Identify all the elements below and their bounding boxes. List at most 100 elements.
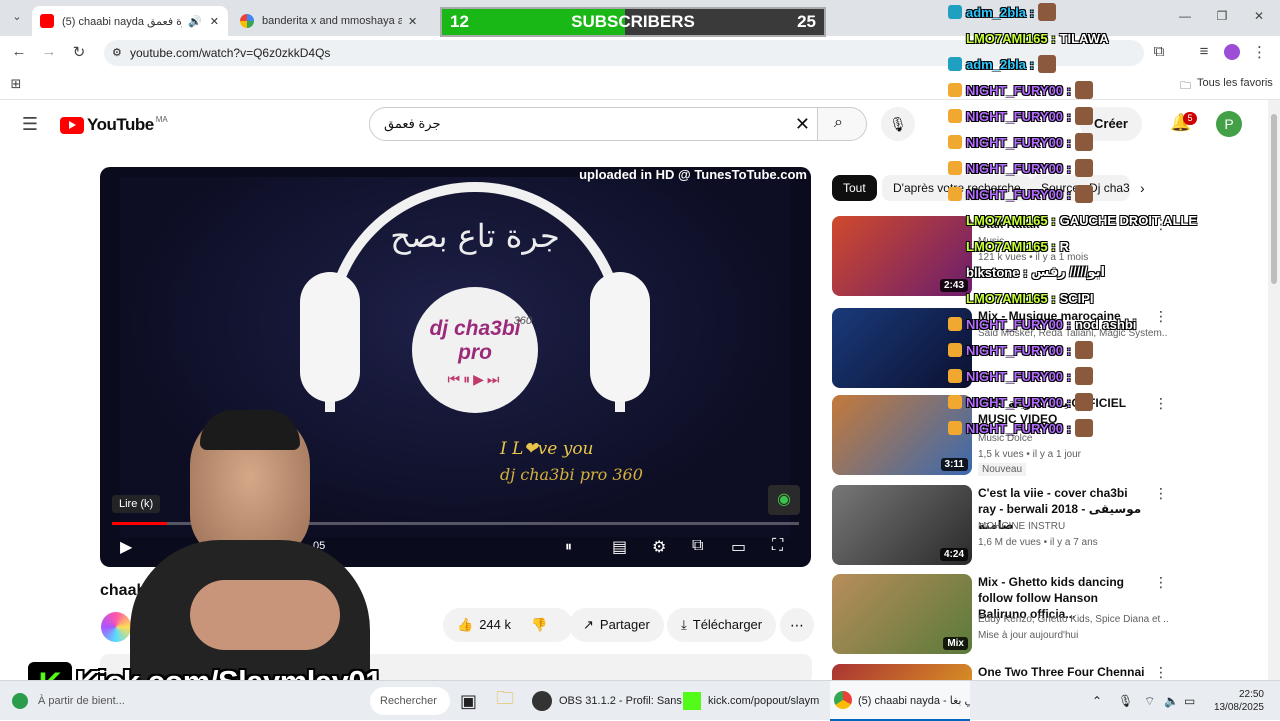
microphone-tray-icon[interactable]: 🎙: [1118, 681, 1133, 721]
theater-mode-icon[interactable]: ▭: [731, 537, 746, 557]
close-tab-icon[interactable]: ✕: [408, 15, 417, 28]
subscriber-goal-bar: 12 SUBSCRIBERS 25: [440, 7, 826, 37]
recommendation-title[interactable]: One Two Three Four Chennai: [978, 664, 1148, 680]
more-options-icon[interactable]: ⋮: [1154, 664, 1168, 680]
apps-grid-icon[interactable]: ⊞: [8, 76, 24, 92]
chat-text: GAUCHE DROIT ALLE: [1059, 212, 1198, 228]
recommendation-channel[interactable]: MOHCINE INSTRU: [978, 521, 1168, 532]
chat-message: LMO7AMI165 : TILAWA: [948, 26, 1109, 50]
chat-message: NIGHT_FURY00 : nod ashbi: [948, 312, 1136, 336]
chat-badge-icon: [948, 31, 962, 45]
more-options-icon[interactable]: ⋮: [1154, 485, 1168, 502]
recommendation-channel[interactable]: Eddy Kenzo, Ghetto Kids, Spice Diana et …: [978, 614, 1168, 625]
recommendation-item[interactable]: Mix Mix - Ghetto kids dancing follow fol…: [832, 574, 1172, 654]
youtube-wordmark: YouTube: [87, 115, 154, 134]
streamer-hands: [190, 580, 340, 650]
chat-text: SCIPI: [1059, 290, 1094, 306]
stream-chat-overlay: adm_2bla : LMO7AMI165 : TILAWA adm_2bla : NI…: [948, 0, 1268, 440]
fullscreen-icon[interactable]: ⛶: [772, 537, 783, 555]
scrollbar-thumb[interactable]: [1271, 114, 1277, 284]
chat-badge-icon: [948, 239, 962, 253]
chat-badge-icon: [948, 395, 962, 409]
search-button[interactable]: ⌕: [817, 107, 867, 141]
video-thumbnail[interactable]: 4:24: [832, 485, 972, 565]
chat-message: NIGHT_FURY00 :: [948, 390, 1093, 414]
taskbar-app-chrome[interactable]: (5) chaabi nayda - لي بغا: [830, 681, 970, 721]
like-dislike-group: 👍 244 k 👎: [443, 608, 573, 642]
chat-username: blkstone :: [966, 264, 1028, 280]
chip-all[interactable]: Tout: [832, 175, 877, 201]
chat-message: LMO7AMI165 : SCIPI: [948, 286, 1094, 310]
taskbar-app-obs[interactable]: OBS 31.1.2 - Profil: Sans: [532, 681, 682, 721]
download-label: Télécharger: [692, 617, 763, 632]
chat-text: nod ashbi: [1074, 316, 1137, 332]
chat-text: TILAWA: [1059, 30, 1109, 46]
clock[interactable]: 22:50 13/08/2025: [1208, 681, 1264, 721]
battery-icon[interactable]: ▭: [1184, 681, 1195, 721]
google-favicon-icon: [240, 14, 254, 28]
youtube-favicon-icon: [40, 14, 54, 28]
like-count[interactable]: 244 k: [479, 608, 511, 642]
chat-message: adm_2bla :: [948, 0, 1056, 24]
dj-logo-number: 360: [513, 315, 532, 327]
recommendation-item[interactable]: One Two Three Four Chennai ⋮: [832, 664, 1172, 680]
recommendation-item[interactable]: 4:24 C'est la viie - cover cha3bi ray - …: [832, 485, 1172, 565]
left-earcup: [300, 272, 360, 402]
share-button[interactable]: ↗ Partager: [569, 608, 664, 642]
back-arrow-icon[interactable]: ←: [10, 43, 28, 60]
clear-search-icon[interactable]: ✕: [795, 108, 810, 140]
widget-text: À partir de bient...: [38, 695, 125, 707]
thumbs-up-icon[interactable]: 👍: [457, 608, 473, 642]
chat-message: adm_2bla :: [948, 52, 1056, 76]
chat-text: ابو///// رفس: [1031, 264, 1105, 279]
voice-search-button[interactable]: 🎙: [881, 107, 915, 141]
site-info-icon[interactable]: ⚙: [112, 40, 122, 66]
chat-badge-icon: [948, 421, 962, 435]
subtitles-icon[interactable]: ▤: [612, 537, 627, 557]
chat-badge-icon: [948, 213, 962, 227]
wifi-icon[interactable]: ⌔: [1144, 681, 1155, 721]
thumbs-down-icon[interactable]: 👎: [531, 608, 547, 642]
video-thumbnail[interactable]: Mix: [832, 574, 972, 654]
chat-username: NIGHT_FURY00 :: [966, 342, 1071, 358]
video-thumbnail[interactable]: [832, 664, 972, 680]
kick-app-icon: [683, 692, 701, 710]
settings-gear-icon[interactable]: ⚙: [652, 537, 666, 557]
tab-title: (5) chaabi nayda جرة فعمق: [62, 15, 182, 28]
duration-badge: Mix: [943, 637, 968, 650]
tray-expand-icon[interactable]: ⌃: [1092, 681, 1102, 721]
reload-icon[interactable]: ↻: [70, 43, 88, 61]
hamburger-menu-icon[interactable]: ☰: [20, 114, 40, 135]
close-tab-icon[interactable]: ✕: [210, 15, 219, 28]
volume-icon[interactable]: 🔈: [1164, 681, 1179, 721]
download-button[interactable]: ⤓ Télécharger: [667, 608, 777, 642]
search-input[interactable]: جرة فعمق ✕: [369, 107, 825, 141]
tab-google[interactable]: banderita x and mmoshaya and ✕: [232, 6, 428, 36]
video-watermark: uploaded in HD @ TunesToTube.com: [579, 167, 807, 182]
autoplay-toggle-icon[interactable]: ⏸: [565, 538, 572, 555]
share-label: Partager: [599, 617, 650, 632]
chat-emote-icon: [1037, 55, 1056, 73]
forward-arrow-icon[interactable]: →: [40, 43, 58, 60]
channel-watermark-icon[interactable]: ◉: [768, 485, 800, 515]
taskbar-app-kick[interactable]: kick.com/popout/slaym: [683, 681, 819, 721]
taskbar-app-label: kick.com/popout/slaym: [708, 695, 820, 707]
task-view-icon[interactable]: ▣: [460, 681, 477, 721]
youtube-logo[interactable]: YouTube MA: [60, 115, 168, 135]
chat-message: NIGHT_FURY00 :: [948, 78, 1093, 102]
weather-widget[interactable]: À partir de bient...: [12, 681, 125, 721]
more-actions-icon[interactable]: ⋯: [780, 608, 814, 642]
tab-list-icon[interactable]: ⌄: [8, 10, 26, 23]
chat-username: LMO7AMI165 :: [966, 238, 1056, 254]
more-options-icon[interactable]: ⋮: [1154, 574, 1168, 591]
chat-message: NIGHT_FURY00 :: [948, 156, 1093, 180]
page-scrollbar[interactable]: [1268, 100, 1280, 680]
file-explorer-icon[interactable]: 🗀: [496, 681, 514, 721]
chat-message: LMO7AMI165 : GAUCHE DROIT ALLE: [948, 208, 1197, 232]
speaker-icon[interactable]: 🔊: [188, 15, 202, 28]
chat-message: NIGHT_FURY00 :: [948, 130, 1093, 154]
taskbar-search[interactable]: Rechercher: [370, 687, 450, 715]
tab-youtube[interactable]: (5) chaabi nayda جرة فعمق 🔊 ✕: [32, 6, 228, 36]
recommendation-meta: 1,5 k vues • il y a 1 jour: [978, 449, 1081, 460]
miniplayer-icon[interactable]: ⧉: [692, 537, 703, 555]
